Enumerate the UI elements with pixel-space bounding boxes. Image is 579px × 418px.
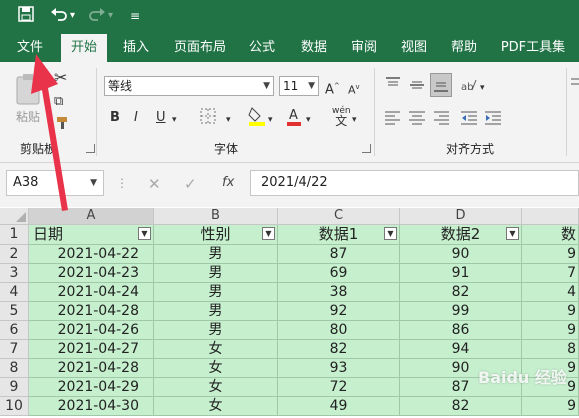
watermark-logo: Baidu 经验 <box>478 368 567 387</box>
annotation-arrow-icon <box>31 54 68 211</box>
